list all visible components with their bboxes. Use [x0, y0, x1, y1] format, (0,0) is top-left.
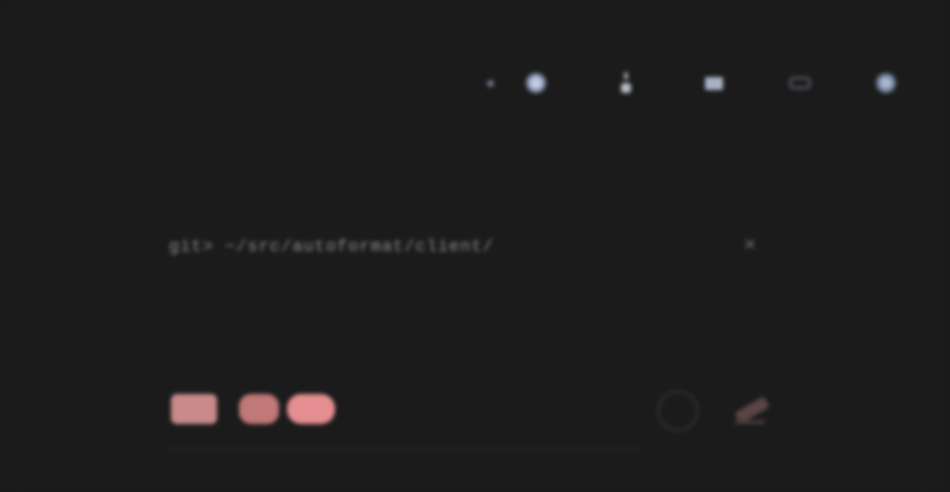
app-window: git> ~/src/autoformat/client/ ✕ [0, 0, 950, 492]
record-button[interactable] [657, 390, 699, 432]
edit-button[interactable] [731, 392, 771, 430]
small-dot-icon[interactable] [470, 58, 510, 108]
top-toolbar [470, 58, 910, 108]
divider [165, 448, 640, 450]
pin-icon[interactable] [606, 58, 646, 108]
command-text: git> ~/src/autoformat/client/ [169, 238, 494, 257]
tag-button[interactable] [171, 394, 217, 424]
mail-icon[interactable] [694, 58, 734, 108]
ring-icon[interactable] [516, 58, 556, 108]
chat-icon[interactable] [780, 58, 820, 108]
pencil-base [735, 420, 765, 424]
clear-icon[interactable]: ✕ [739, 234, 761, 256]
draft-button[interactable] [239, 394, 279, 424]
gear-icon[interactable] [866, 58, 906, 108]
command-input[interactable]: git> ~/src/autoformat/client/ ✕ [165, 232, 765, 266]
action-row [165, 386, 785, 436]
primary-button[interactable] [287, 394, 335, 424]
